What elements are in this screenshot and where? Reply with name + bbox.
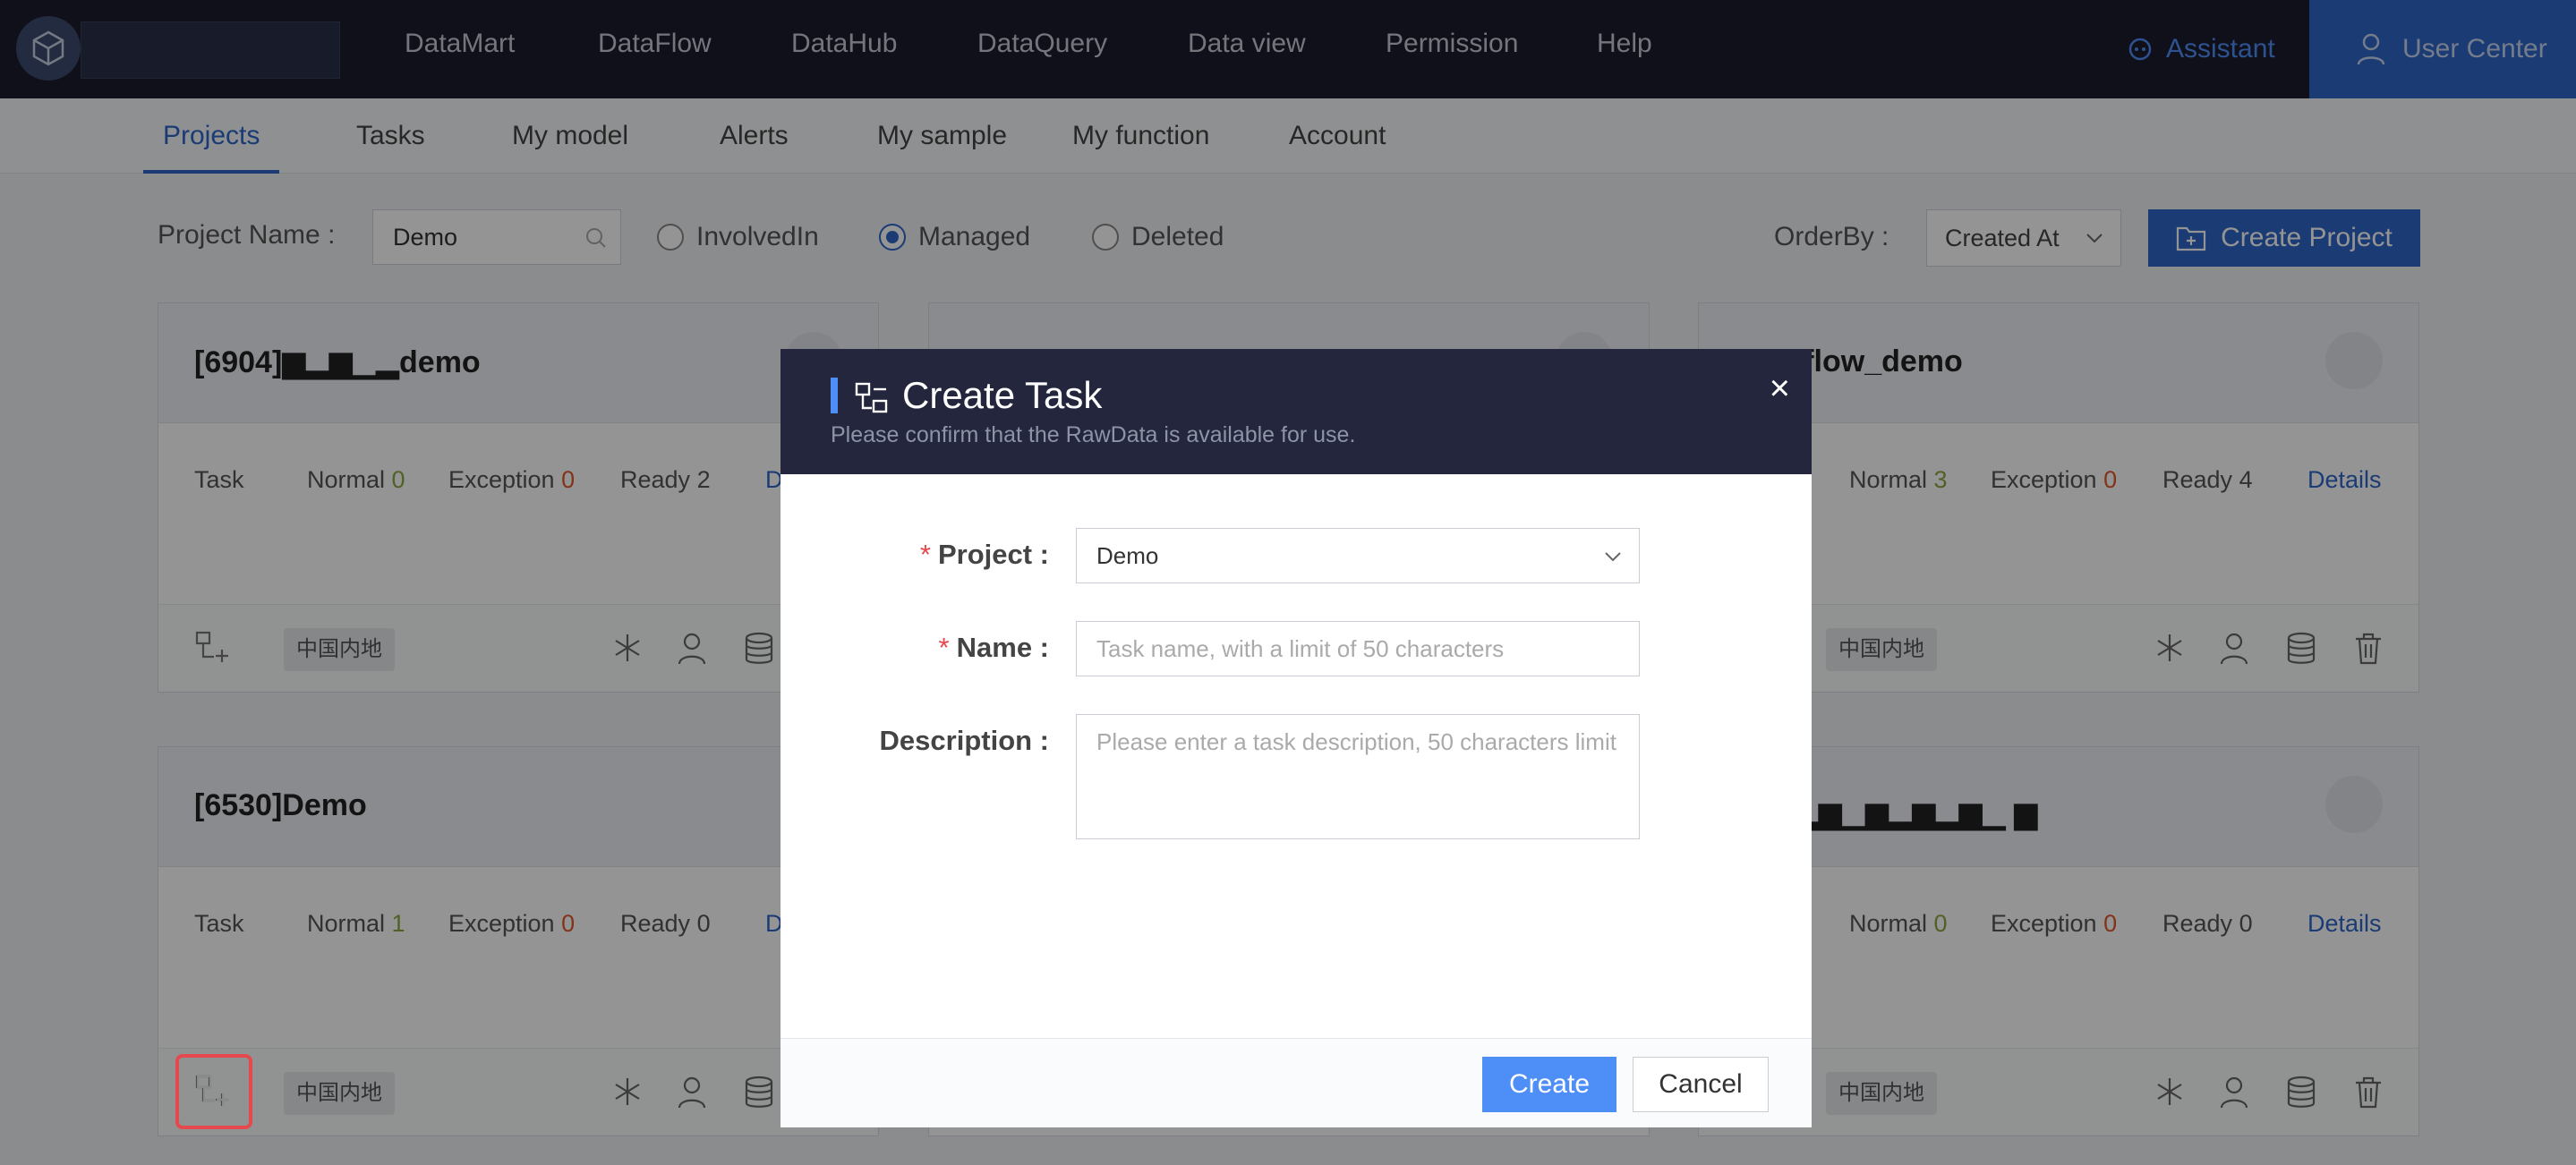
task-icon [855, 382, 888, 413]
cancel-button[interactable]: Cancel [1633, 1057, 1769, 1112]
name-field-label: * Name : [834, 632, 1049, 664]
modal-title: Create Task [902, 374, 1103, 416]
modal-header: Create Task Please confirm that the RawD… [780, 349, 1812, 474]
close-icon[interactable]: × [1770, 369, 1790, 409]
highlighted-create-task-icon[interactable] [175, 1054, 252, 1129]
task-name-input[interactable]: Task name, with a limit of 50 characters [1076, 621, 1640, 676]
project-field-label: * Project : [834, 539, 1049, 571]
project-select[interactable]: Demo [1076, 528, 1640, 583]
modal-footer: Create Cancel [780, 1038, 1812, 1127]
project-select-value: Demo [1096, 542, 1159, 569]
create-task-modal: Create Task Please confirm that the RawD… [780, 349, 1812, 1127]
title-accent-bar [831, 378, 838, 413]
chevron-down-icon [1605, 552, 1621, 562]
description-placeholder: Please enter a task description, 50 char… [1096, 728, 1616, 755]
create-task-icon [196, 1075, 229, 1106]
description-field-label: Description : [879, 725, 1049, 756]
create-button[interactable]: Create [1482, 1057, 1616, 1112]
name-label-text: Name : [956, 632, 1049, 663]
description-textarea[interactable]: Please enter a task description, 50 char… [1076, 714, 1640, 839]
project-label-text: Project : [937, 539, 1049, 570]
task-name-placeholder: Task name, with a limit of 50 characters [1096, 635, 1505, 662]
required-mark: * [938, 632, 950, 663]
modal-subtitle: Please confirm that the RawData is avail… [831, 422, 1356, 447]
required-mark: * [919, 539, 931, 570]
